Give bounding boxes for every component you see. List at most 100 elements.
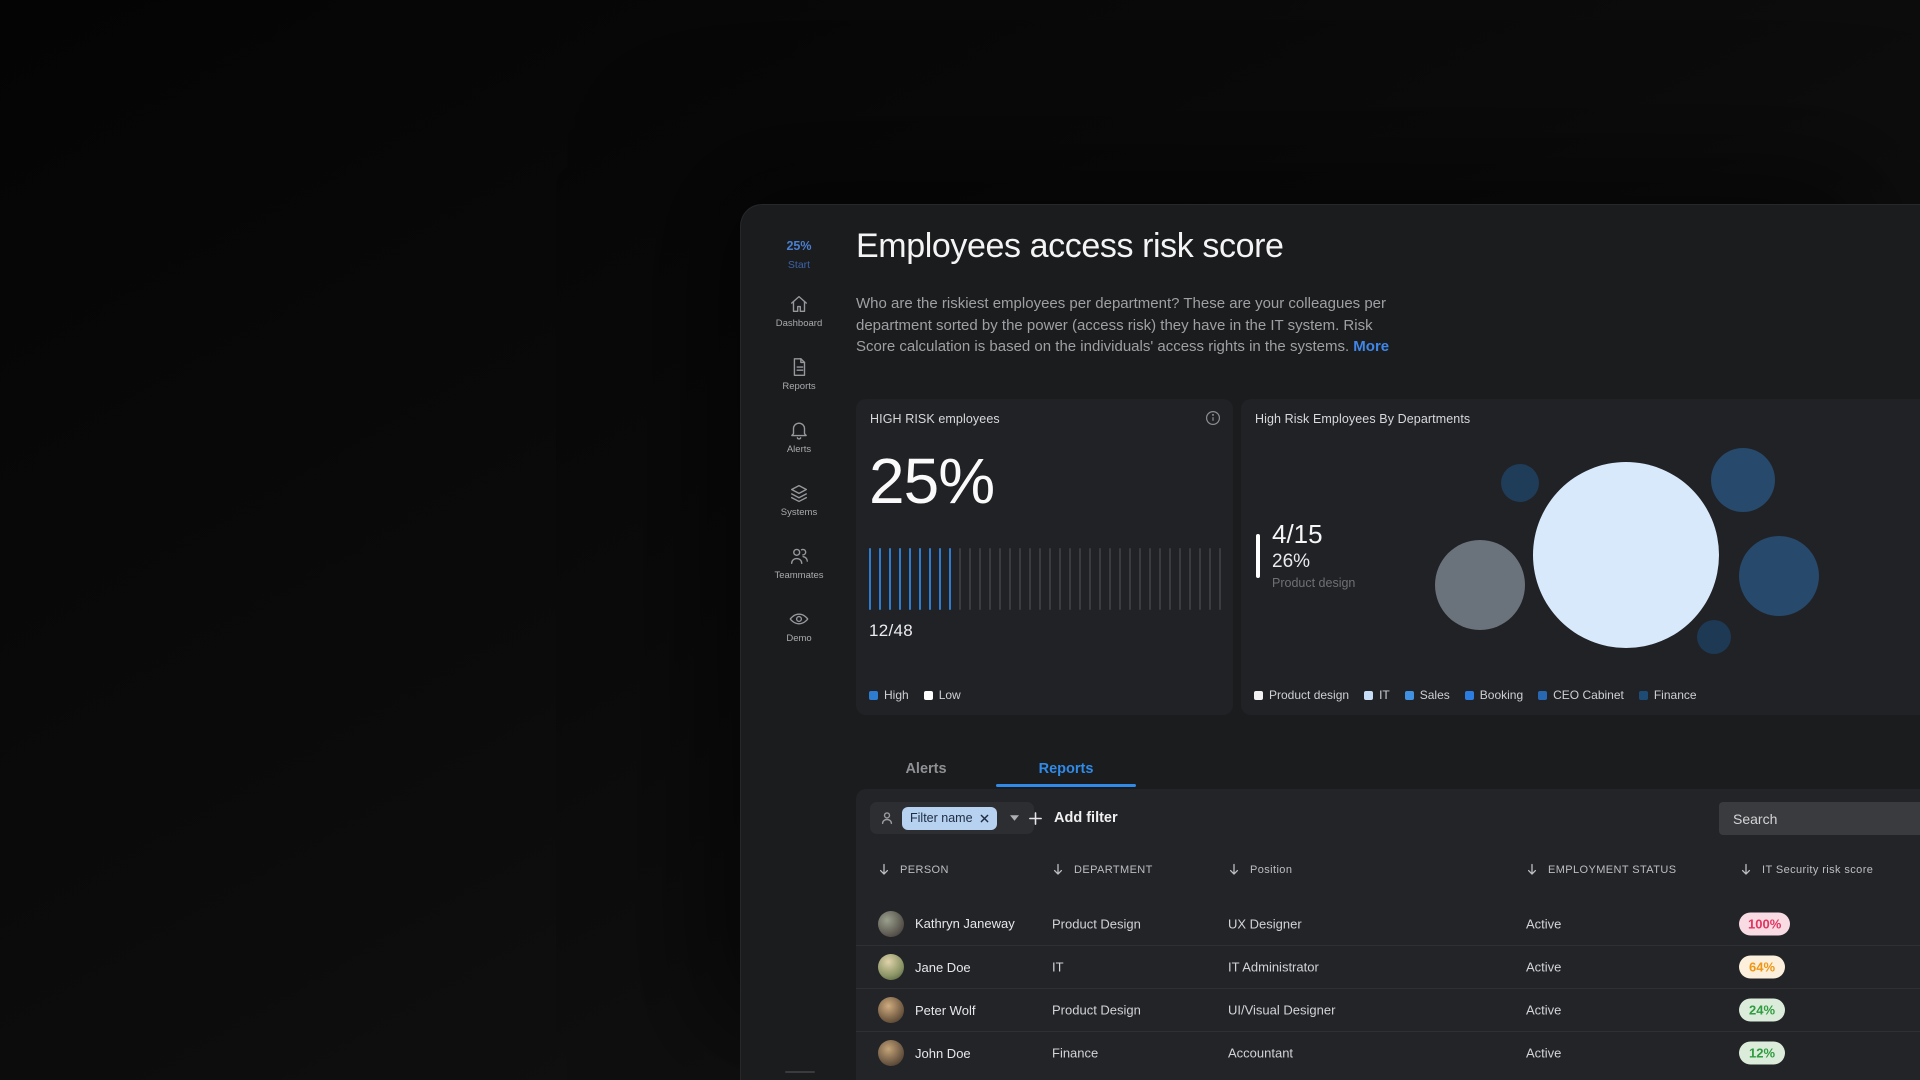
tab-reports-label: Reports xyxy=(1039,761,1094,777)
legend-item: Low xyxy=(924,688,961,702)
legend-swatch xyxy=(1364,691,1373,700)
more-link[interactable]: More xyxy=(1353,338,1389,355)
desktop-background: 25% Start Dashboard Reports Alerts xyxy=(0,0,1920,1080)
high-risk-card-title: HIGH RISK employees xyxy=(870,412,1000,426)
legend-label: CEO Cabinet xyxy=(1553,688,1624,702)
legend-item: Sales xyxy=(1405,688,1450,702)
tabs: Alerts Reports xyxy=(856,752,1136,786)
position-cell: UI/Visual Designer xyxy=(1228,1003,1335,1018)
table-row[interactable]: Kathryn Janeway Product Design UX Design… xyxy=(856,902,1920,945)
legend-item: High xyxy=(869,688,909,702)
avatar xyxy=(878,954,904,980)
risk-score-badge: 64% xyxy=(1739,956,1785,979)
risk-score-badge: 24% xyxy=(1739,999,1785,1022)
column-header[interactable]: EMPLOYMENT STATUS xyxy=(1526,863,1676,876)
score-cell: 100% xyxy=(1739,912,1790,935)
tab-alerts[interactable]: Alerts xyxy=(856,752,996,786)
legend-swatch xyxy=(1538,691,1547,700)
legend-item: IT xyxy=(1364,688,1390,702)
column-label: PERSON xyxy=(900,864,949,876)
tab-reports[interactable]: Reports xyxy=(996,752,1136,786)
employment-status-cell: Active xyxy=(1526,916,1561,931)
legend-label: Product design xyxy=(1269,688,1349,702)
person-cell: Peter Wolf xyxy=(878,997,975,1023)
department-cell: Product Design xyxy=(1052,1003,1141,1018)
bubble-chart xyxy=(1241,399,1920,715)
high-risk-card: HIGH RISK employees 25% 12/48 High Low xyxy=(856,399,1233,715)
column-header[interactable]: Position xyxy=(1228,863,1292,876)
add-filter-button[interactable]: Add filter xyxy=(1028,802,1118,834)
high-risk-percent: 25% xyxy=(869,449,994,513)
department-cell: Product Design xyxy=(1052,916,1141,931)
employment-status-cell: Active xyxy=(1526,1003,1561,1018)
employment-status-cell: Active xyxy=(1526,1046,1561,1061)
avatar xyxy=(878,1040,904,1066)
legend-swatch xyxy=(869,691,878,700)
column-label: DEPARTMENT xyxy=(1074,864,1153,876)
main-content: Employees access risk score Who are the … xyxy=(741,205,1920,1080)
score-cell: 12% xyxy=(1739,1042,1785,1065)
departments-legend: Product design IT Sales Booking xyxy=(1254,688,1697,702)
position-cell: UX Designer xyxy=(1228,916,1302,931)
avatar xyxy=(878,911,904,937)
description-line: department sorted by the power (access r… xyxy=(856,317,1373,334)
column-header[interactable]: PERSON xyxy=(878,863,949,876)
filter-chip[interactable]: Filter name xyxy=(902,807,997,830)
chevron-down-icon xyxy=(1010,815,1019,821)
person-cell: John Doe xyxy=(878,1040,971,1066)
legend-swatch xyxy=(924,691,933,700)
department-cell: Finance xyxy=(1052,1046,1098,1061)
plus-icon xyxy=(1028,811,1043,826)
position-cell: IT Administrator xyxy=(1228,960,1319,975)
risk-score-badge: 100% xyxy=(1739,912,1790,935)
department-bubble[interactable] xyxy=(1697,620,1731,654)
column-label: EMPLOYMENT STATUS xyxy=(1548,864,1676,876)
legend-label: Sales xyxy=(1420,688,1450,702)
app-window: 25% Start Dashboard Reports Alerts xyxy=(740,204,1920,1080)
legend-swatch xyxy=(1254,691,1263,700)
risk-score-badge: 12% xyxy=(1739,1042,1785,1065)
legend-label: IT xyxy=(1379,688,1390,702)
column-header[interactable]: DEPARTMENT xyxy=(1052,863,1153,876)
search-input[interactable] xyxy=(1719,802,1920,835)
table-body: Kathryn Janeway Product Design UX Design… xyxy=(856,902,1920,1074)
department-bubble[interactable] xyxy=(1711,448,1775,512)
legend-item: Booking xyxy=(1465,688,1523,702)
table-row[interactable]: Jane Doe IT IT Administrator Active 64% xyxy=(856,945,1920,988)
person-name: John Doe xyxy=(915,1046,971,1061)
legend-item: CEO Cabinet xyxy=(1538,688,1624,702)
person-name: Peter Wolf xyxy=(915,1003,975,1018)
info-icon[interactable] xyxy=(1205,410,1221,426)
department-bubble[interactable] xyxy=(1533,462,1719,648)
score-cell: 24% xyxy=(1739,999,1785,1022)
sort-arrow-icon xyxy=(878,863,890,876)
high-risk-ratio: 12/48 xyxy=(869,621,913,641)
remove-filter-icon[interactable] xyxy=(980,814,989,823)
filter-group[interactable]: Filter name xyxy=(870,802,1034,834)
column-label: IT Security risk score xyxy=(1762,864,1873,876)
person-cell: Jane Doe xyxy=(878,954,971,980)
legend-swatch xyxy=(1639,691,1648,700)
table-row[interactable]: John Doe Finance Accountant Active 12% xyxy=(856,1031,1920,1074)
description-line: Who are the riskiest employees per depar… xyxy=(856,295,1386,312)
person-icon xyxy=(879,810,895,826)
legend-swatch xyxy=(1465,691,1474,700)
page-description: Who are the riskiest employees per depar… xyxy=(856,293,1389,358)
table-row[interactable]: Peter Wolf Product Design UI/Visual Desi… xyxy=(856,988,1920,1031)
reports-table-card: Filter name Add filter xyxy=(856,789,1920,1080)
column-header[interactable]: IT Security risk score xyxy=(1740,863,1873,876)
legend-label: Finance xyxy=(1654,688,1697,702)
column-label: Position xyxy=(1250,864,1292,876)
add-filter-label: Add filter xyxy=(1054,810,1118,826)
department-bubble[interactable] xyxy=(1739,536,1819,616)
avatar xyxy=(878,997,904,1023)
legend-swatch xyxy=(1405,691,1414,700)
department-bubble[interactable] xyxy=(1501,464,1539,502)
position-cell: Accountant xyxy=(1228,1046,1293,1061)
page-title: Employees access risk score xyxy=(856,227,1284,266)
department-bubble[interactable] xyxy=(1435,540,1525,630)
high-low-legend: High Low xyxy=(869,688,961,702)
person-name: Kathryn Janeway xyxy=(915,916,1015,931)
filter-dropdown-toggle[interactable] xyxy=(1004,807,1026,830)
legend-label: Low xyxy=(939,688,961,702)
